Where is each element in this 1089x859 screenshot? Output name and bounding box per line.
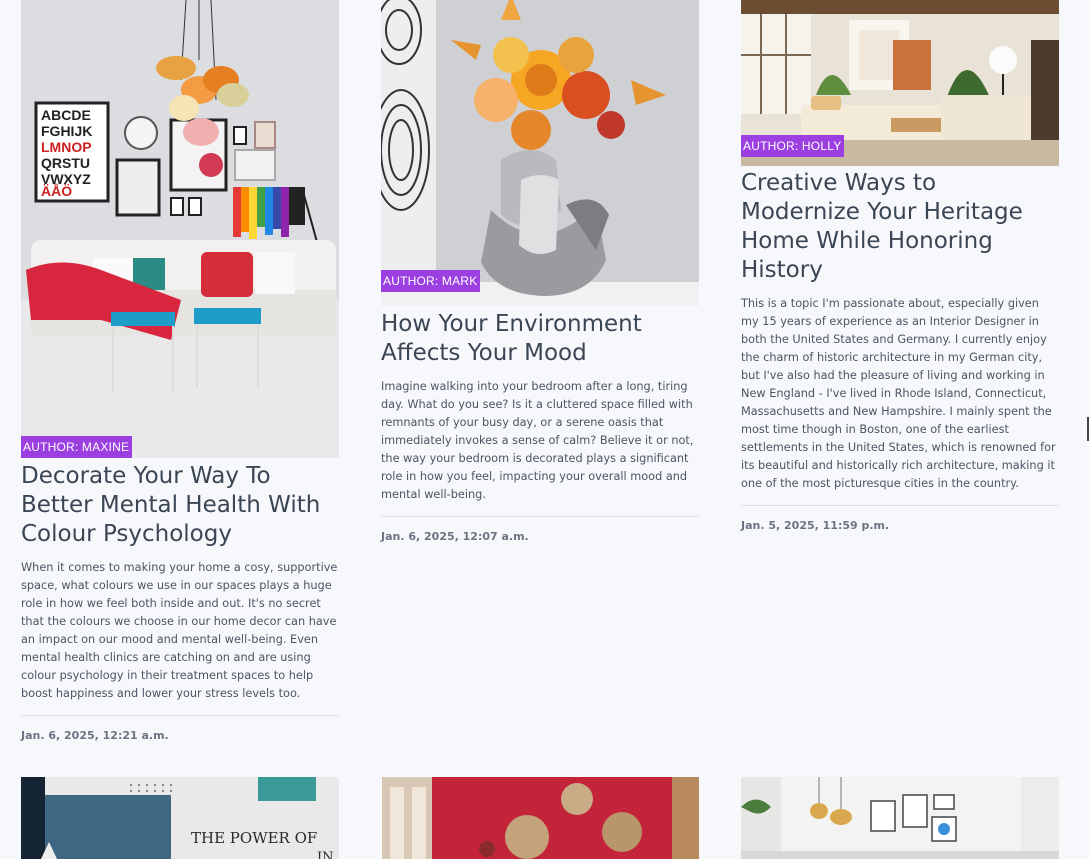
post-excerpt: This is a topic I'm passionate about, es… xyxy=(741,295,1059,506)
post-card-5-image[interactable] xyxy=(382,777,699,859)
post-card-1[interactable]: ABCDE FGHIJK LMNOP QRSTU VWXYZ ÄÅÖ AUTHO… xyxy=(21,0,339,742)
post-date: Jan. 6, 2025, 12:07 a.m. xyxy=(381,530,529,543)
post-excerpt: When it comes to making your home a cosy… xyxy=(21,559,339,716)
post-title[interactable]: Decorate Your Way To Better Mental Healt… xyxy=(21,462,339,549)
author-badge[interactable]: AUTHOR: MAXINE xyxy=(21,436,133,458)
post-card-6-image[interactable] xyxy=(741,777,1059,859)
post-card-3[interactable]: AUTHOR: HOLLY Creative Ways to Modernize… xyxy=(741,0,1059,532)
post-card-4-image[interactable]: THE POWER OF IN xyxy=(21,777,339,859)
post-image[interactable]: AUTHOR: MARK xyxy=(381,0,699,306)
svg-text:ÄÅÖ: ÄÅÖ xyxy=(41,183,72,199)
post-image[interactable]: AUTHOR: HOLLY xyxy=(741,0,1059,166)
post-title[interactable]: Creative Ways to Modernize Your Heritage… xyxy=(741,169,1059,285)
red-wall-image xyxy=(382,777,699,859)
post-card-2[interactable]: AUTHOR: MARK How Your Environment Affect… xyxy=(381,0,699,543)
post-image[interactable]: ABCDE FGHIJK LMNOP QRSTU VWXYZ ÄÅÖ AUTHO… xyxy=(21,0,339,458)
colour-poster-image: THE POWER OF IN xyxy=(21,777,339,859)
post-date: Jan. 6, 2025, 12:21 a.m. xyxy=(21,729,169,742)
gallery-wall-image xyxy=(741,777,1059,859)
poster-line-1: THE POWER OF xyxy=(191,829,317,847)
flower-vase-image xyxy=(381,0,699,306)
svg-text:QRSTU: QRSTU xyxy=(41,155,90,171)
svg-text:ABCDE: ABCDE xyxy=(41,107,91,123)
post-title[interactable]: How Your Environment Affects Your Mood xyxy=(381,310,699,368)
post-date: Jan. 5, 2025, 11:59 p.m. xyxy=(741,519,890,532)
svg-text:LMNOP: LMNOP xyxy=(41,139,92,155)
living-room-colour-image: ABCDE FGHIJK LMNOP QRSTU VWXYZ ÄÅÖ xyxy=(21,0,339,458)
post-excerpt: Imagine walking into your bedroom after … xyxy=(381,378,699,517)
author-badge[interactable]: AUTHOR: MARK xyxy=(381,270,481,292)
author-badge[interactable]: AUTHOR: HOLLY xyxy=(741,135,845,157)
svg-text:FGHIJK: FGHIJK xyxy=(41,123,92,139)
poster-line-2: IN xyxy=(317,850,334,859)
